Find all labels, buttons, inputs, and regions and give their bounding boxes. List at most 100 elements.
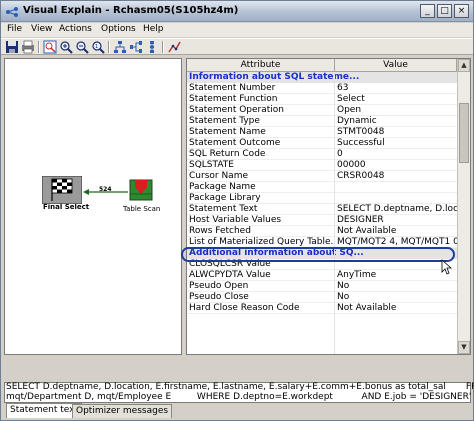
visual-explain-app-icon bbox=[6, 7, 18, 17]
menu-help[interactable]: Help bbox=[143, 24, 164, 34]
section-header-sql-statement[interactable]: Information about SQL stateme... bbox=[187, 72, 457, 83]
attribute-value: 00000 bbox=[337, 160, 366, 170]
zoom-in-icon[interactable] bbox=[59, 40, 73, 54]
tab-statement-text[interactable]: Statement text bbox=[6, 403, 82, 418]
final-select-node[interactable] bbox=[42, 176, 82, 204]
attribute-name: Statement Outcome bbox=[189, 138, 281, 148]
statistics-icon[interactable] bbox=[167, 40, 181, 54]
zoom-out-icon[interactable] bbox=[75, 40, 89, 54]
scroll-down-button[interactable]: ▼ bbox=[458, 341, 470, 354]
attribute-table: Information about SQL stateme... Stateme… bbox=[187, 72, 457, 314]
menu-bar: File View Actions Options Help bbox=[1, 23, 473, 37]
toolbar: 1 bbox=[1, 38, 473, 55]
attribute-name: Package Library bbox=[189, 193, 261, 203]
attribute-row[interactable]: Package Name bbox=[187, 182, 457, 193]
toolbar-separator bbox=[162, 41, 164, 53]
menu-actions[interactable]: Actions bbox=[59, 24, 92, 34]
attribute-value: Dynamic bbox=[337, 116, 377, 126]
scroll-up-button[interactable]: ▲ bbox=[458, 59, 470, 72]
visual-explain-window: Visual Explain - Rchasm05(S105hz4m) _ □ … bbox=[0, 0, 474, 421]
attribute-value: No bbox=[337, 292, 350, 302]
tab-optimizer-messages[interactable]: Optimizer messages bbox=[72, 404, 173, 418]
toolbar-separator bbox=[38, 41, 40, 53]
attribute-row[interactable]: Pseudo Close No bbox=[187, 292, 457, 303]
table-scan-label: Table Scan bbox=[123, 205, 161, 213]
attribute-row[interactable]: Statement Outcome Successful bbox=[187, 138, 457, 149]
close-button[interactable]: × bbox=[454, 4, 469, 18]
attribute-row[interactable]: Statement Operation Open bbox=[187, 105, 457, 116]
attribute-name: Statement Operation bbox=[189, 105, 285, 115]
attribute-name: Host Variable Values bbox=[189, 215, 282, 225]
scroll-thumb[interactable] bbox=[459, 103, 469, 163]
zoom-fit-icon[interactable] bbox=[43, 40, 57, 54]
attribute-name: SQLSTATE bbox=[189, 160, 234, 170]
attribute-row[interactable]: Statement Type Dynamic bbox=[187, 116, 457, 127]
column-header-attribute[interactable]: Attribute bbox=[187, 59, 335, 72]
menu-file[interactable]: File bbox=[7, 24, 22, 34]
svg-text:1: 1 bbox=[95, 44, 98, 50]
attribute-row[interactable]: SQLSTATE 00000 bbox=[187, 160, 457, 171]
toolbar-separator bbox=[108, 41, 110, 53]
attribute-name: Statement Text bbox=[189, 204, 258, 214]
attribute-row[interactable]: Host Variable Values DESIGNER bbox=[187, 215, 457, 226]
attribute-row[interactable]: Rows Fetched Not Available bbox=[187, 226, 457, 237]
zoom-reset-icon[interactable]: 1 bbox=[91, 40, 105, 54]
column-header-value[interactable]: Value bbox=[335, 59, 457, 72]
maximize-button[interactable]: □ bbox=[437, 4, 452, 18]
attribute-row[interactable]: Statement Function Select bbox=[187, 94, 457, 105]
attribute-row[interactable]: Pseudo Open No bbox=[187, 281, 457, 292]
statement-text-line-2: mqt/Department D, mqt/Employee E WHERE D… bbox=[6, 392, 472, 402]
attribute-panel: Attribute Value Information about SQL st… bbox=[186, 58, 471, 355]
attribute-value: AnyTime bbox=[337, 270, 377, 280]
attribute-row[interactable]: Statement Text SELECT D.deptname, D.locat… bbox=[187, 204, 457, 215]
menu-view[interactable]: View bbox=[31, 24, 52, 34]
column-divider bbox=[334, 72, 335, 354]
edge-row-count: 524 bbox=[99, 186, 112, 193]
attribute-value: No bbox=[337, 281, 350, 291]
attribute-value: CRSR0048 bbox=[337, 171, 385, 181]
menu-options[interactable]: Options bbox=[101, 24, 136, 34]
attribute-row[interactable]: Cursor Name CRSR0048 bbox=[187, 171, 457, 182]
attribute-name: Statement Number bbox=[189, 83, 276, 93]
attribute-name: Statement Function bbox=[189, 94, 278, 104]
print-icon[interactable] bbox=[21, 40, 35, 54]
attribute-row[interactable]: Statement Name STMT0048 bbox=[187, 127, 457, 138]
tree-collapse-icon[interactable] bbox=[129, 40, 143, 54]
final-select-label: Final Select bbox=[43, 203, 90, 211]
statement-text-line-1: SELECT D.deptname, D.location, E.firstna… bbox=[6, 382, 474, 392]
mouse-pointer-icon bbox=[441, 259, 453, 275]
attribute-value: 63 bbox=[337, 83, 349, 93]
attribute-row[interactable]: Hard Close Reason Code Not Available bbox=[187, 303, 457, 314]
attribute-value: STMT0048 bbox=[337, 127, 385, 137]
minimize-button[interactable]: _ bbox=[420, 4, 435, 18]
attribute-name: Rows Fetched bbox=[189, 226, 251, 236]
attribute-name: Pseudo Open bbox=[189, 281, 249, 291]
attribute-value: Open bbox=[337, 105, 362, 115]
window-title: Visual Explain - Rchasm05(S105hz4m) bbox=[23, 5, 239, 16]
attribute-row[interactable]: Statement Number 63 bbox=[187, 83, 457, 94]
access-plan-diagram[interactable]: Final Select 524 Table Scan bbox=[4, 58, 182, 355]
save-icon[interactable] bbox=[5, 40, 19, 54]
table-scan-icon bbox=[129, 179, 153, 201]
attribute-value: Not Available bbox=[337, 226, 397, 236]
table-scan-node[interactable] bbox=[129, 179, 153, 201]
attribute-value: DESIGNER bbox=[337, 215, 384, 225]
highlight-annotation bbox=[181, 247, 455, 262]
attribute-name: Cursor Name bbox=[189, 171, 248, 181]
attribute-value: 0 bbox=[337, 149, 343, 159]
attribute-row[interactable]: Package Library bbox=[187, 193, 457, 204]
vertical-scrollbar[interactable]: ▲ ▼ bbox=[457, 59, 470, 354]
attribute-name: Statement Type bbox=[189, 116, 260, 126]
tree-expand-icon[interactable] bbox=[145, 40, 159, 54]
attribute-name: Statement Name bbox=[189, 127, 266, 137]
attribute-name: Pseudo Close bbox=[189, 292, 249, 302]
attribute-name: SQL Return Code bbox=[189, 149, 266, 159]
attribute-value: SELECT D.deptname, D.locati bbox=[337, 204, 457, 214]
attribute-row[interactable]: SQL Return Code 0 bbox=[187, 149, 457, 160]
attribute-value: Successful bbox=[337, 138, 385, 148]
attribute-row[interactable]: ALWCPYDTA Value AnyTime bbox=[187, 270, 457, 281]
tree-layout-icon[interactable] bbox=[113, 40, 127, 54]
attribute-name: Hard Close Reason Code bbox=[189, 303, 300, 313]
attribute-name: ALWCPYDTA Value bbox=[189, 270, 271, 280]
title-bar[interactable]: Visual Explain - Rchasm05(S105hz4m) _ □ … bbox=[1, 1, 473, 22]
